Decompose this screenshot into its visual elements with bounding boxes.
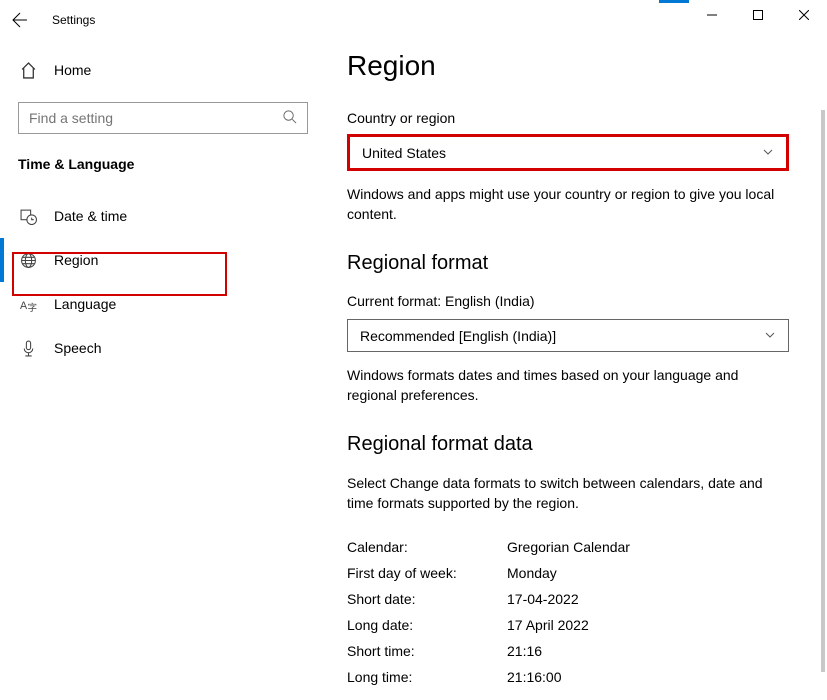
nav-label: Speech bbox=[54, 340, 101, 356]
row-key: First day of week: bbox=[347, 560, 507, 586]
home-icon bbox=[18, 62, 38, 79]
country-help: Windows and apps might use your country … bbox=[347, 185, 789, 224]
format-data-table: Calendar:Gregorian Calendar First day of… bbox=[347, 534, 795, 690]
row-key: Short time: bbox=[347, 638, 507, 664]
row-val: 21:16:00 bbox=[507, 664, 562, 690]
back-button[interactable] bbox=[0, 0, 40, 40]
titlebar: Settings bbox=[0, 0, 827, 40]
row-val: 17 April 2022 bbox=[507, 612, 589, 638]
vertical-scrollbar[interactable] bbox=[821, 110, 825, 672]
current-format-prefix: Current format: bbox=[347, 293, 445, 309]
table-row: Short time:21:16 bbox=[347, 638, 795, 664]
svg-text:字: 字 bbox=[27, 301, 37, 312]
table-row: Short date:17-04-2022 bbox=[347, 586, 795, 612]
window-title: Settings bbox=[52, 13, 95, 27]
table-row: First day of week:Monday bbox=[347, 560, 795, 586]
nav-language[interactable]: A字 Language bbox=[18, 282, 320, 326]
row-val: Monday bbox=[507, 560, 557, 586]
nav-date-time[interactable]: Date & time bbox=[18, 194, 320, 238]
accent-strip bbox=[659, 0, 689, 3]
microphone-icon bbox=[18, 340, 38, 357]
format-value: Recommended [English (India)] bbox=[360, 328, 556, 344]
table-row: Long time:21:16:00 bbox=[347, 664, 795, 690]
row-val: 17-04-2022 bbox=[507, 586, 579, 612]
nav-label: Date & time bbox=[54, 208, 127, 224]
maximize-icon bbox=[753, 10, 763, 20]
row-key: Long date: bbox=[347, 612, 507, 638]
main-content: Region Country or region United States W… bbox=[347, 50, 815, 700]
close-button[interactable] bbox=[781, 0, 827, 30]
regional-format-title: Regional format bbox=[347, 252, 795, 275]
row-key: Calendar: bbox=[347, 534, 507, 560]
globe-icon bbox=[18, 252, 38, 269]
country-value: United States bbox=[362, 145, 446, 161]
minimize-icon bbox=[707, 10, 717, 20]
chevron-down-icon bbox=[762, 145, 774, 161]
data-help: Select Change data formats to switch bet… bbox=[347, 474, 789, 513]
close-icon bbox=[799, 10, 809, 20]
current-format-value: English (India) bbox=[445, 293, 535, 309]
format-help: Windows formats dates and times based on… bbox=[347, 366, 789, 405]
country-label: Country or region bbox=[347, 110, 795, 126]
row-key: Long time: bbox=[347, 664, 507, 690]
language-icon: A字 bbox=[18, 296, 38, 313]
nav-label: Region bbox=[54, 252, 98, 268]
home-nav[interactable]: Home bbox=[18, 50, 320, 90]
page-title: Region bbox=[347, 50, 795, 82]
calendar-clock-icon bbox=[18, 208, 38, 225]
format-dropdown[interactable]: Recommended [English (India)] bbox=[347, 319, 789, 352]
country-dropdown[interactable]: United States bbox=[347, 134, 789, 171]
window-controls bbox=[689, 0, 827, 30]
table-row: Long date:17 April 2022 bbox=[347, 612, 795, 638]
table-row: Calendar:Gregorian Calendar bbox=[347, 534, 795, 560]
maximize-button[interactable] bbox=[735, 0, 781, 30]
current-format: Current format: English (India) bbox=[347, 293, 795, 309]
nav-speech[interactable]: Speech bbox=[18, 326, 320, 370]
search-input[interactable] bbox=[29, 110, 282, 126]
search-icon bbox=[282, 109, 297, 127]
home-label: Home bbox=[54, 62, 91, 78]
regional-format-data-title: Regional format data bbox=[347, 433, 795, 456]
nav-region[interactable]: Region bbox=[18, 238, 320, 282]
nav-list: Date & time Region A字 Language Speech bbox=[18, 194, 320, 370]
sidebar: Home Time & Language Date & time Region … bbox=[0, 50, 320, 370]
arrow-left-icon bbox=[12, 12, 28, 28]
row-val: 21:16 bbox=[507, 638, 542, 664]
chevron-down-icon bbox=[764, 328, 776, 344]
row-val: Gregorian Calendar bbox=[507, 534, 630, 560]
search-box[interactable] bbox=[18, 102, 308, 134]
row-key: Short date: bbox=[347, 586, 507, 612]
nav-label: Language bbox=[54, 296, 116, 312]
minimize-button[interactable] bbox=[689, 0, 735, 30]
category-title: Time & Language bbox=[18, 156, 320, 172]
